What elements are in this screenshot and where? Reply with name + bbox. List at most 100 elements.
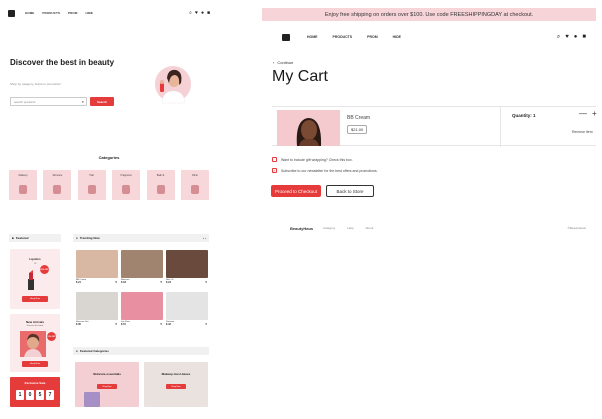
featured-header: ■ Featured <box>9 234 61 242</box>
category-bath[interactable]: Bath & <box>146 170 175 200</box>
proceed-to-checkout-button[interactable]: Proceed to Checkout <box>271 185 321 197</box>
logo[interactable] <box>282 33 290 41</box>
heart-icon[interactable]: ♥ <box>115 280 117 284</box>
product-thumbnail <box>166 250 208 278</box>
countdown-digit: 5 <box>36 390 44 400</box>
tube-image <box>84 392 100 407</box>
category-fragrance[interactable]: Fragrance <box>112 170 141 200</box>
gift-wrap-option[interactable]: Want to include gift wrapping? Check thi… <box>272 157 353 162</box>
hero-search-button[interactable]: Search <box>90 97 114 106</box>
countdown-digit: 7 <box>46 390 54 400</box>
heart-icon[interactable]: ♥ <box>205 280 207 284</box>
nav-home[interactable]: HOME <box>307 35 318 39</box>
carousel-arrows[interactable]: ‹ › <box>203 236 206 240</box>
shop-now-button[interactable]: Shop Now <box>97 384 117 389</box>
cart-navbar: HOME PRODUCTS PROM HIDE ⌕ ♥ ● ■ <box>282 32 586 42</box>
countdown-digit: 1 <box>16 390 24 400</box>
trending-header: ● Trending Now ‹ › <box>73 234 209 242</box>
footer-brand[interactable]: BeautyHaus <box>290 226 313 231</box>
product-card[interactable]: BB Cream $ 21 ♥ <box>76 250 118 284</box>
star-icon: ● <box>76 235 78 240</box>
footer-link-about[interactable]: About <box>365 226 373 230</box>
category-skincare[interactable]: Skincare <box>43 170 72 200</box>
product-price: $ 15 <box>121 323 126 326</box>
search-icon[interactable]: ⌕ <box>557 34 560 40</box>
featured-card-title: Lipstics <box>29 257 41 261</box>
footer-link-help[interactable]: Help <box>347 226 353 230</box>
featured-category-skincare[interactable]: Skincare essentials Shop Now <box>75 362 139 407</box>
decrease-quantity-button[interactable]: — <box>579 109 587 118</box>
featured-categories-title: Featured Categories <box>79 349 109 353</box>
heart-icon[interactable]: ♥ <box>195 10 198 16</box>
product-price: $ 21 <box>76 281 81 284</box>
product-card[interactable]: Hair Oil $ 24 ♥ <box>166 250 208 284</box>
nav-products[interactable]: PRODUCTS <box>42 11 60 15</box>
featured-card-subtitle: Discover the latest <box>26 325 44 327</box>
newsletter-label: Subscribe to our newsletter for the best… <box>281 168 378 173</box>
product-card[interactable]: Perfume $ 42 ♥ <box>166 292 208 326</box>
exclusive-sale-countdown[interactable]: Exclusive Sale 1 0 5 7 <box>10 377 60 407</box>
footer: BeautyHaus Category Help About ©BeautyHa… <box>272 224 586 232</box>
fragrance-icon <box>122 185 131 194</box>
remove-item-link[interactable]: Remove item <box>572 130 593 134</box>
newsletter-checkbox[interactable]: ✓ <box>272 168 277 173</box>
featured-category-makeup[interactable]: Makeup must-haves Shop Now <box>144 362 208 407</box>
category-label: Skincare <box>52 174 63 177</box>
hero-title: Discover the best in beauty <box>10 58 115 67</box>
hair-icon <box>87 185 96 194</box>
product-card[interactable]: Mascara $ 18 ♥ <box>121 250 163 284</box>
product-price: $ 35 <box>76 323 81 326</box>
cart-item-row: BB Cream $21.00 Quantity: 1 — + Remove i… <box>272 106 597 147</box>
shop-now-button[interactable]: Shop Now <box>22 361 48 367</box>
makeup-icon <box>19 185 27 194</box>
home-navbar: HOME PRODUCTS PROM HIDE ⌕ ♥ ● ■ <box>8 8 210 18</box>
heart-icon[interactable]: ♥ <box>160 280 162 284</box>
page-title: My Cart <box>272 68 328 85</box>
heart-icon[interactable]: ♥ <box>115 322 117 326</box>
bag-icon[interactable]: ■ <box>207 10 210 16</box>
product-thumbnail <box>121 292 163 320</box>
cart-mockup: Enjoy free shipping on orders over $100.… <box>262 8 597 248</box>
nav-prom[interactable]: PROM <box>68 11 77 15</box>
nav-prom[interactable]: PROM <box>367 35 378 39</box>
footer-link-category[interactable]: Category <box>323 226 335 230</box>
breadcrumb[interactable]: ‹ Continue <box>273 60 293 65</box>
featured-card-subtitle: 7U <box>33 263 37 265</box>
nav-products[interactable]: PRODUCTS <box>333 35 353 39</box>
category-hair[interactable]: Hair <box>77 170 106 200</box>
product-card[interactable]: Skincare Set $ 35 ♥ <box>76 292 118 326</box>
nav-home[interactable]: HOME <box>25 11 34 15</box>
product-card[interactable]: Lip Gloss $ 15 ♥ <box>121 292 163 326</box>
category-makeup[interactable]: Makeup <box>9 170 37 200</box>
shop-now-button[interactable]: Shop Now <box>22 296 48 302</box>
newsletter-option[interactable]: ✓ Subscribe to our newsletter for the be… <box>272 168 378 173</box>
featured-category-title: Makeup must-haves <box>161 372 191 376</box>
increase-quantity-button[interactable]: + <box>592 109 597 118</box>
heart-icon[interactable]: ♥ <box>565 34 569 40</box>
logo[interactable] <box>8 9 15 17</box>
bag-icon[interactable]: ■ <box>582 34 586 40</box>
back-to-store-button[interactable]: Back to Store <box>326 185 374 197</box>
featured-card-new-arrivals[interactable]: New Arrivals Discover the latest 15% OFF… <box>10 314 60 372</box>
nav-hide[interactable]: HIDE <box>393 35 401 39</box>
shop-now-button[interactable]: Shop Now <box>166 384 186 389</box>
nav-hide[interactable]: HIDE <box>85 11 93 15</box>
footer-copyright: ©BeautyHaus <box>567 226 586 230</box>
user-icon[interactable]: ● <box>201 10 204 16</box>
trending-title: Trending Now <box>79 236 100 240</box>
product-price: $ 42 <box>166 323 171 326</box>
search-icon[interactable]: ⌕ <box>189 10 192 16</box>
promo-banner: Enjoy free shipping on orders over $100.… <box>262 8 596 21</box>
featured-title: Featured <box>15 236 29 240</box>
gift-wrap-checkbox[interactable] <box>272 157 277 162</box>
skincare-icon <box>53 185 62 194</box>
heart-icon[interactable]: ♥ <box>205 322 207 326</box>
featured-card-title: New Arrivals <box>25 320 45 324</box>
hero-search-input[interactable]: search products ⌕ <box>10 97 87 106</box>
heart-icon[interactable]: ♥ <box>160 322 162 326</box>
featured-card-lipstick[interactable]: Lipstics 7U 20% OFF Shop Now <box>10 249 60 309</box>
hero-search-placeholder: search products <box>14 99 36 104</box>
user-icon[interactable]: ● <box>574 34 578 40</box>
discount-badge: 20% OFF <box>40 265 49 274</box>
category-other[interactable]: Other <box>180 170 209 200</box>
